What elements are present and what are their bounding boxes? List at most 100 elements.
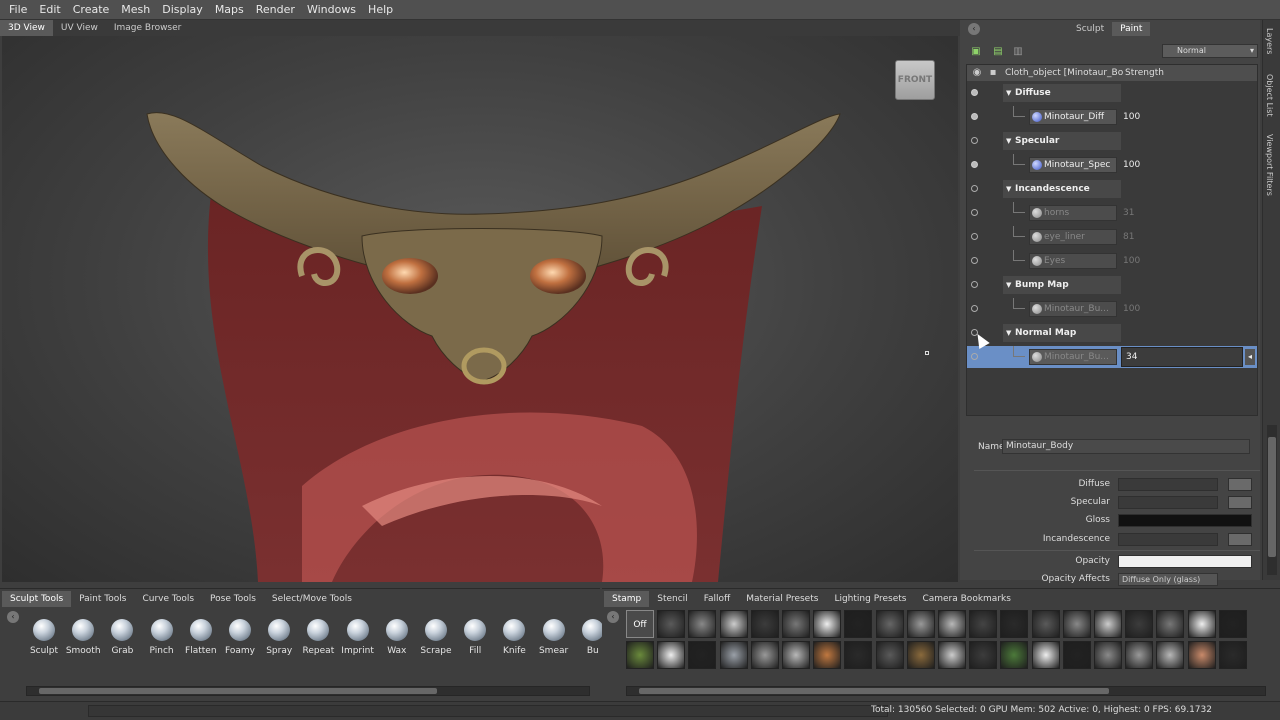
brush-wax[interactable]: Wax <box>378 619 416 659</box>
expand-icon[interactable]: ▼ <box>1006 276 1011 294</box>
stamp-thumbnail[interactable] <box>626 641 654 669</box>
expand-icon[interactable]: ▼ <box>1006 180 1011 198</box>
brush-foamy[interactable]: Foamy <box>221 619 259 659</box>
menu-maps[interactable]: Maps <box>209 0 250 20</box>
menu-mesh[interactable]: Mesh <box>115 0 156 20</box>
tab-falloff[interactable]: Falloff <box>696 591 739 607</box>
stamp-thumbnail[interactable] <box>1125 610 1154 638</box>
stamp-thumbnail[interactable] <box>1031 610 1060 638</box>
tab-sculpt[interactable]: Sculpt <box>1068 22 1112 36</box>
specular-swatch[interactable] <box>1228 496 1252 509</box>
diffuse-channel[interactable] <box>1118 478 1218 491</box>
stamp-thumbnail[interactable] <box>1187 610 1216 638</box>
layer-group-diffuse[interactable]: ▼ Diffuse <box>967 82 1257 104</box>
stamp-thumbnail[interactable] <box>657 641 686 669</box>
tab-uv-view[interactable]: UV View <box>53 20 106 36</box>
stamp-thumbnail[interactable] <box>938 610 966 638</box>
visibility-toggle[interactable] <box>971 137 978 144</box>
stamp-thumbnail[interactable] <box>969 610 998 638</box>
stamp-thumbnail[interactable] <box>875 641 904 669</box>
layer-row-selected[interactable]: Minotaur_Bu... 34 ◂ <box>967 346 1257 368</box>
stamp-thumbnail[interactable] <box>906 610 935 638</box>
stamp-thumbnail[interactable] <box>1062 641 1091 669</box>
side-tab-layers[interactable]: Layers <box>1265 28 1274 54</box>
layer-row[interactable]: horns 31 <box>967 202 1257 224</box>
blend-mode-select[interactable]: Normal ▾ <box>1162 44 1258 58</box>
brush-flatten[interactable]: Flatten <box>182 619 220 659</box>
stamp-thumbnail[interactable] <box>1031 641 1060 669</box>
stamp-thumbnail[interactable] <box>938 641 966 669</box>
incandescence-channel[interactable] <box>1118 533 1218 546</box>
layer-strength[interactable]: 81 <box>1123 229 1134 245</box>
tab-curve-tools[interactable]: Curve Tools <box>134 591 202 607</box>
stamp-thumbnail[interactable] <box>750 641 779 669</box>
tab-stencil[interactable]: Stencil <box>649 591 695 607</box>
stamp-thumbnail[interactable] <box>1187 641 1216 669</box>
diffuse-swatch[interactable] <box>1228 478 1252 491</box>
brush-sculpt[interactable]: Sculpt <box>25 619 63 659</box>
tray-collapse-icon[interactable]: ‹ <box>7 611 19 623</box>
menu-display[interactable]: Display <box>156 0 209 20</box>
stamp-thumbnail[interactable] <box>688 641 717 669</box>
visibility-toggle[interactable] <box>971 233 978 240</box>
visibility-toggle[interactable] <box>971 89 978 96</box>
stamp-off-button[interactable]: Off <box>626 610 654 638</box>
layer-strength[interactable]: 100 <box>1123 109 1140 125</box>
stamp-thumbnail[interactable] <box>813 610 842 638</box>
layer-group-incandescence[interactable]: ▼ Incandescence <box>967 178 1257 200</box>
menu-create[interactable]: Create <box>67 0 116 20</box>
3d-viewport[interactable]: FRONT <box>2 36 958 582</box>
layer-row[interactable]: Minotaur_Spec 100 <box>967 154 1257 176</box>
duplicate-layer-icon[interactable]: ▤ <box>992 46 1004 58</box>
stamp-thumbnail[interactable] <box>875 610 904 638</box>
stamp-thumbnail[interactable] <box>657 610 686 638</box>
brush-smear[interactable]: Smear <box>535 619 573 659</box>
stamp-thumbnail[interactable] <box>844 610 873 638</box>
stamp-thumbnail[interactable] <box>719 610 748 638</box>
tab-sculpt-tools[interactable]: Sculpt Tools <box>2 591 72 607</box>
brush-scrape[interactable]: Scrape <box>417 619 455 659</box>
stamp-thumbnail[interactable] <box>750 610 779 638</box>
expand-icon[interactable]: ▼ <box>1006 132 1011 150</box>
tab-paint-tools[interactable]: Paint Tools <box>71 591 134 607</box>
brush-spray[interactable]: Spray <box>260 619 298 659</box>
visibility-toggle[interactable] <box>971 281 978 288</box>
brush-repeat[interactable]: Repeat <box>299 619 337 659</box>
layer-strength[interactable]: 100 <box>1123 253 1140 269</box>
visibility-toggle[interactable] <box>971 305 978 312</box>
delete-layer-icon[interactable]: ▥ <box>1012 46 1024 58</box>
tab-material-presets[interactable]: Material Presets <box>738 591 826 607</box>
visibility-toggle[interactable] <box>971 161 978 168</box>
visibility-toggle[interactable] <box>971 209 978 216</box>
stamp-thumbnail[interactable] <box>969 641 998 669</box>
new-layer-icon[interactable]: ▣ <box>970 46 982 58</box>
opacity-slider[interactable] <box>1118 555 1252 568</box>
stamp-thumbnail[interactable] <box>782 610 810 638</box>
eye-icon[interactable]: ◉ <box>971 67 983 79</box>
gloss-swatch[interactable] <box>1118 514 1252 527</box>
stamp-thumbnail[interactable] <box>906 641 935 669</box>
stamp-thumbnail[interactable] <box>1218 610 1247 638</box>
stamp-thumbnail[interactable] <box>1156 641 1185 669</box>
stamp-thumbnail[interactable] <box>1218 641 1247 669</box>
layer-strength[interactable]: 100 <box>1123 157 1140 173</box>
visibility-toggle[interactable] <box>971 257 978 264</box>
tab-stamp[interactable]: Stamp <box>604 591 650 607</box>
stamp-thumbnail[interactable] <box>1094 610 1122 638</box>
menu-render[interactable]: Render <box>250 0 301 20</box>
brush-pinch[interactable]: Pinch <box>143 619 181 659</box>
menu-windows[interactable]: Windows <box>301 0 362 20</box>
stamp-thumbnail[interactable] <box>1156 610 1185 638</box>
panel-scrollbar[interactable] <box>1267 425 1277 575</box>
layer-row[interactable]: Minotaur_Diff 100 <box>967 106 1257 128</box>
visibility-toggle[interactable] <box>971 113 978 120</box>
collapse-icon[interactable]: ‹ <box>968 23 980 35</box>
brush-knife[interactable]: Knife <box>495 619 533 659</box>
tab-select-move-tools[interactable]: Select/Move Tools <box>264 591 360 607</box>
side-tab-object-list[interactable]: Object List <box>1265 74 1274 117</box>
brush-smooth[interactable]: Smooth <box>64 619 102 659</box>
layer-row[interactable]: Minotaur_Bu... 100 <box>967 298 1257 320</box>
tab-image-browser[interactable]: Image Browser <box>106 20 190 36</box>
layer-strength[interactable]: 31 <box>1123 205 1134 221</box>
stamp-thumbnail[interactable] <box>1000 641 1029 669</box>
